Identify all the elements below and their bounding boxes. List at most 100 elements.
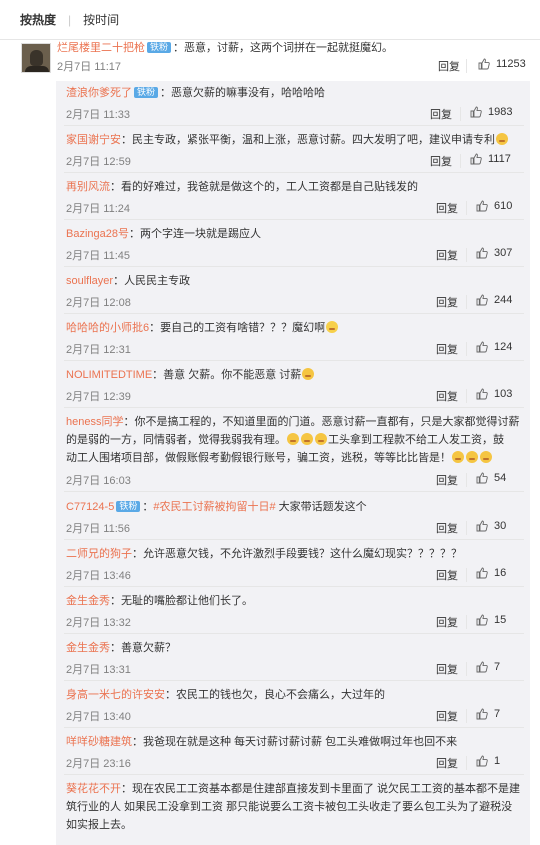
reply-text: ：人民民主专政 <box>113 275 191 287</box>
reply-text-line: 身高一米七的许安安：农民工的钱也欠，良心不会痛么，大过年的 <box>66 687 522 703</box>
like-count: 1117 <box>488 153 511 165</box>
reply-time: 2月7日 12:39 <box>66 391 131 403</box>
like-button[interactable]: 1 <box>476 755 500 767</box>
reply-button[interactable]: 回复 <box>436 388 458 404</box>
reply-button[interactable]: 回复 <box>436 294 458 310</box>
action-divider <box>466 473 467 487</box>
topic-link[interactable]: #农民工讨薪被拘留十日# <box>153 501 275 513</box>
reply-username[interactable]: C77124-5 <box>66 501 114 513</box>
reply-divider <box>64 172 524 173</box>
thumbs-up-icon <box>478 58 490 70</box>
reply-text-line: Bazinga28号：两个字连一块就是踢应人 <box>66 226 522 242</box>
like-count: 103 <box>494 388 513 400</box>
like-button[interactable]: 7 <box>476 708 500 720</box>
reply-divider <box>64 360 524 361</box>
sort-by-hot-tab[interactable]: 按热度 <box>20 11 56 28</box>
like-button[interactable]: 11253 <box>478 58 526 70</box>
cry-emoji-icon <box>301 433 313 445</box>
smile-emoji-icon <box>302 368 315 380</box>
reply-text-line: 的是弱的一方，同情弱者，觉得我弱我有理。 工头拿到工程款不给工人发工资，鼓 <box>66 432 522 448</box>
reply-username[interactable]: 金生金秀 <box>66 642 110 654</box>
cry-emoji-icon <box>452 451 464 463</box>
action-divider <box>466 201 467 215</box>
thumbs-up-icon <box>470 106 482 118</box>
thumbs-up-icon <box>476 341 488 353</box>
reply-text-line: C77124-5 铁粉 ：#农民工讨薪被拘留十日# 大家带话题发这个 <box>66 499 522 515</box>
action-divider <box>466 615 467 629</box>
reply-text: 工头拿到工程款不给工人发工资，鼓 <box>328 434 504 446</box>
reply-time: 2月7日 12:59 <box>66 156 131 168</box>
reply-username[interactable]: soulflayer <box>66 275 113 287</box>
reply-username[interactable]: 哈哈哈的小师批6 <box>66 322 149 334</box>
reply-text: ：善意欠薪？ <box>110 642 176 654</box>
reply-button[interactable]: 回复 <box>436 614 458 630</box>
reply-button[interactable]: 回复 <box>436 567 458 583</box>
like-count: 54 <box>494 472 507 484</box>
like-button[interactable]: 307 <box>476 247 512 259</box>
reply-button[interactable]: 回复 <box>436 520 458 536</box>
fan-badge: 铁粉 <box>134 87 159 98</box>
reply-username[interactable]: NOLIMITEDTIME <box>66 369 152 381</box>
reply-text: ：两个字连一块就是踢应人 <box>129 228 261 240</box>
like-count: 7 <box>494 708 501 720</box>
reply-divider <box>64 219 524 220</box>
reply-username[interactable]: Bazinga28号 <box>66 228 129 240</box>
reply-button[interactable]: 回复 <box>436 341 458 357</box>
reply-button[interactable]: 回复 <box>430 153 452 169</box>
thumbs-up-icon <box>476 247 488 259</box>
like-button[interactable]: 7 <box>476 661 500 673</box>
fan-badge: 铁粉 <box>116 501 141 512</box>
reply-button[interactable]: 回复 <box>438 58 460 74</box>
reply-button[interactable]: 回复 <box>436 755 458 771</box>
like-button[interactable]: 1117 <box>470 153 511 165</box>
like-button[interactable]: 244 <box>476 294 512 306</box>
reply-divider <box>64 491 524 492</box>
cry-emoji-icon <box>480 451 492 463</box>
thumbs-up-icon <box>476 567 488 579</box>
like-button[interactable]: 15 <box>476 614 506 626</box>
reply-time: 2月7日 23:16 <box>66 758 131 770</box>
reply-text: ：善意 欠薪。你不能恶意 讨薪 <box>152 369 302 381</box>
thumbs-up-icon <box>476 755 488 767</box>
reply-text-line: 葵花花不开：现在农民工工资基本都是住建部直接发到卡里面了 说欠民工工资的基本都不… <box>66 781 522 797</box>
like-button[interactable]: 16 <box>476 567 506 579</box>
reply-username[interactable]: 二师兄的狗子 <box>66 548 132 560</box>
reply-time: 2月7日 11:56 <box>66 523 131 535</box>
reply-username[interactable]: 家国谢宁安 <box>66 134 121 146</box>
thumbs-up-icon <box>476 472 488 484</box>
reply-text: ：我爸现在就是这种 每天讨薪讨薪讨薪 包工头难做啊过年也回不来 <box>132 736 458 748</box>
reply-button[interactable]: 回复 <box>436 708 458 724</box>
reply-text-line: 哈哈哈的小师批6：要自己的工资有啥错？？？魔幻啊 <box>66 320 522 336</box>
comment-username[interactable]: 烂尾楼里二十把枪 <box>57 42 145 54</box>
reply-button[interactable]: 回复 <box>436 247 458 263</box>
like-button[interactable]: 103 <box>476 388 512 400</box>
cry-emoji-icon <box>315 433 327 445</box>
reply-username[interactable]: 渣浪你爹死了 <box>66 87 132 99</box>
reply-username[interactable]: 再别风流 <box>66 181 110 193</box>
like-button[interactable]: 54 <box>476 472 506 484</box>
like-button[interactable]: 30 <box>476 520 506 532</box>
avatar[interactable] <box>21 43 51 73</box>
reply-text: ：现在农民工工资基本都是住建部直接发到卡里面了 说欠民工工资的基本都不是建 <box>121 783 521 795</box>
reply-button[interactable]: 回复 <box>436 200 458 216</box>
like-button[interactable]: 124 <box>476 341 512 353</box>
reply-button[interactable]: 回复 <box>436 661 458 677</box>
like-count: 307 <box>494 247 513 259</box>
reply-username[interactable]: 咩咩砂糖建筑 <box>66 736 132 748</box>
like-button[interactable]: 1983 <box>470 106 512 118</box>
reply-username[interactable]: 葵花花不开 <box>66 783 121 795</box>
reply-text-line: 金生金秀：无耻的嘴脸都让他们长了。 <box>66 593 522 609</box>
sort-by-time-tab[interactable]: 按时间 <box>83 11 119 28</box>
reply-username[interactable]: heness同学 <box>66 416 123 428</box>
reply-username[interactable]: 金生金秀 <box>66 595 110 607</box>
reply-text: ： <box>142 501 154 513</box>
like-button[interactable]: 610 <box>476 200 512 212</box>
reply-button[interactable]: 回复 <box>436 472 458 488</box>
reply-button[interactable]: 回复 <box>430 106 452 122</box>
action-divider <box>466 59 467 73</box>
reply-username[interactable]: 身高一米七的许安安 <box>66 689 165 701</box>
like-count: 244 <box>494 294 513 306</box>
reply-time: 2月7日 16:03 <box>66 475 131 487</box>
reply-text: 的是弱的一方，同情弱者，觉得我弱我有理。 <box>66 434 286 446</box>
reply-divider <box>64 727 524 728</box>
